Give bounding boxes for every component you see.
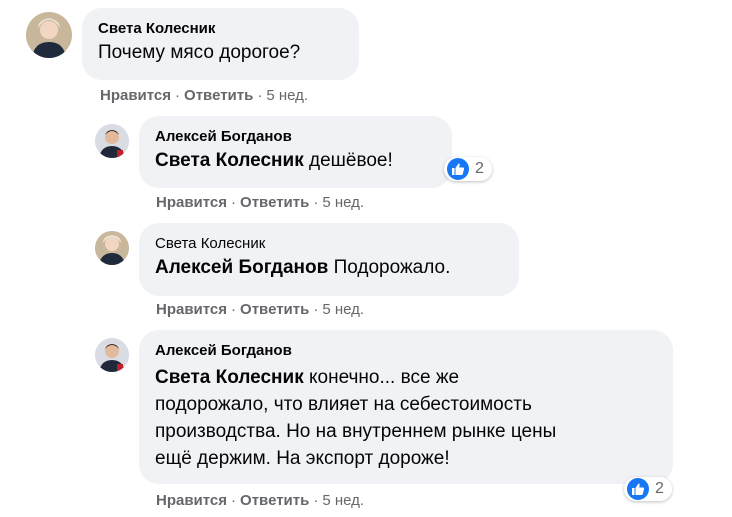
avatar[interactable] bbox=[95, 231, 129, 265]
comment-author[interactable]: Алексей Богданов bbox=[155, 342, 657, 359]
comment-text: Света Колесник конечно... все же подорож… bbox=[155, 364, 657, 472]
like-button[interactable]: Нравится bbox=[156, 492, 227, 509]
like-button[interactable]: Нравится bbox=[156, 194, 227, 211]
like-icon bbox=[627, 478, 649, 500]
mention-link[interactable]: Света Колесник bbox=[155, 150, 304, 171]
comment-line: подорожало, что влияет на себестоимость bbox=[155, 394, 532, 415]
reply-button[interactable]: Ответить bbox=[240, 492, 309, 509]
comment-author[interactable]: Света Колесник bbox=[98, 20, 343, 37]
like-button[interactable]: Нравится bbox=[100, 87, 171, 104]
comment-text: Почему мясо дорогое? bbox=[98, 42, 301, 63]
comment-time[interactable]: 5 нед. bbox=[322, 194, 364, 211]
comment-time[interactable]: 5 нед. bbox=[322, 301, 364, 318]
mention-link[interactable]: Алексей Богданов bbox=[155, 257, 328, 278]
comment-line: конечно... все же bbox=[309, 367, 460, 388]
reply-button[interactable]: Ответить bbox=[240, 194, 309, 211]
comment-author[interactable]: Алексей Богданов bbox=[155, 128, 436, 145]
comment-bubble: Света Колесник Почему мясо дорогое? bbox=[82, 8, 359, 80]
comment-text: Алексей Богданов Подорожало. bbox=[155, 257, 503, 279]
comment-author[interactable]: Света Колесник bbox=[155, 235, 503, 252]
avatar[interactable] bbox=[26, 12, 72, 58]
comment-body: дешёвое! bbox=[309, 150, 393, 171]
reaction-number: 2 bbox=[475, 160, 484, 177]
comment-text: Света Колесник дешёвое! bbox=[155, 150, 436, 172]
comment-bubble: Алексей Богданов Света Колесник конечно.… bbox=[139, 330, 673, 484]
comment-actions: Нравится · Ответить · 5 нед. bbox=[156, 492, 365, 509]
comment-actions: Нравится · Ответить · 5 нед. bbox=[156, 194, 365, 211]
reply-button[interactable]: Ответить bbox=[240, 301, 309, 318]
comment-actions: Нравится · Ответить · 5 нед. bbox=[100, 87, 309, 104]
comment-line: производства. Но на внутреннем рынке цен… bbox=[155, 421, 557, 442]
comment-body: Подорожало. bbox=[333, 257, 451, 278]
reaction-count[interactable]: 2 bbox=[624, 477, 672, 501]
comment-time[interactable]: 5 нед. bbox=[266, 87, 308, 104]
comment-line: ещё держим. На экспорт дороже! bbox=[155, 448, 450, 469]
comment-bubble: Света Колесник Алексей Богданов Подорожа… bbox=[139, 223, 519, 296]
comment-bubble: Алексей Богданов Света Колесник дешёвое! bbox=[139, 116, 452, 188]
reply-button[interactable]: Ответить bbox=[184, 87, 253, 104]
like-button[interactable]: Нравится bbox=[156, 301, 227, 318]
avatar[interactable] bbox=[95, 338, 129, 372]
reaction-number: 2 bbox=[655, 480, 664, 497]
reaction-count[interactable]: 2 bbox=[444, 157, 492, 181]
mention-link[interactable]: Света Колесник bbox=[155, 367, 304, 388]
comment-actions: Нравится · Ответить · 5 нед. bbox=[156, 301, 365, 318]
comment-time[interactable]: 5 нед. bbox=[322, 492, 364, 509]
avatar[interactable] bbox=[95, 124, 129, 158]
like-icon bbox=[447, 158, 469, 180]
